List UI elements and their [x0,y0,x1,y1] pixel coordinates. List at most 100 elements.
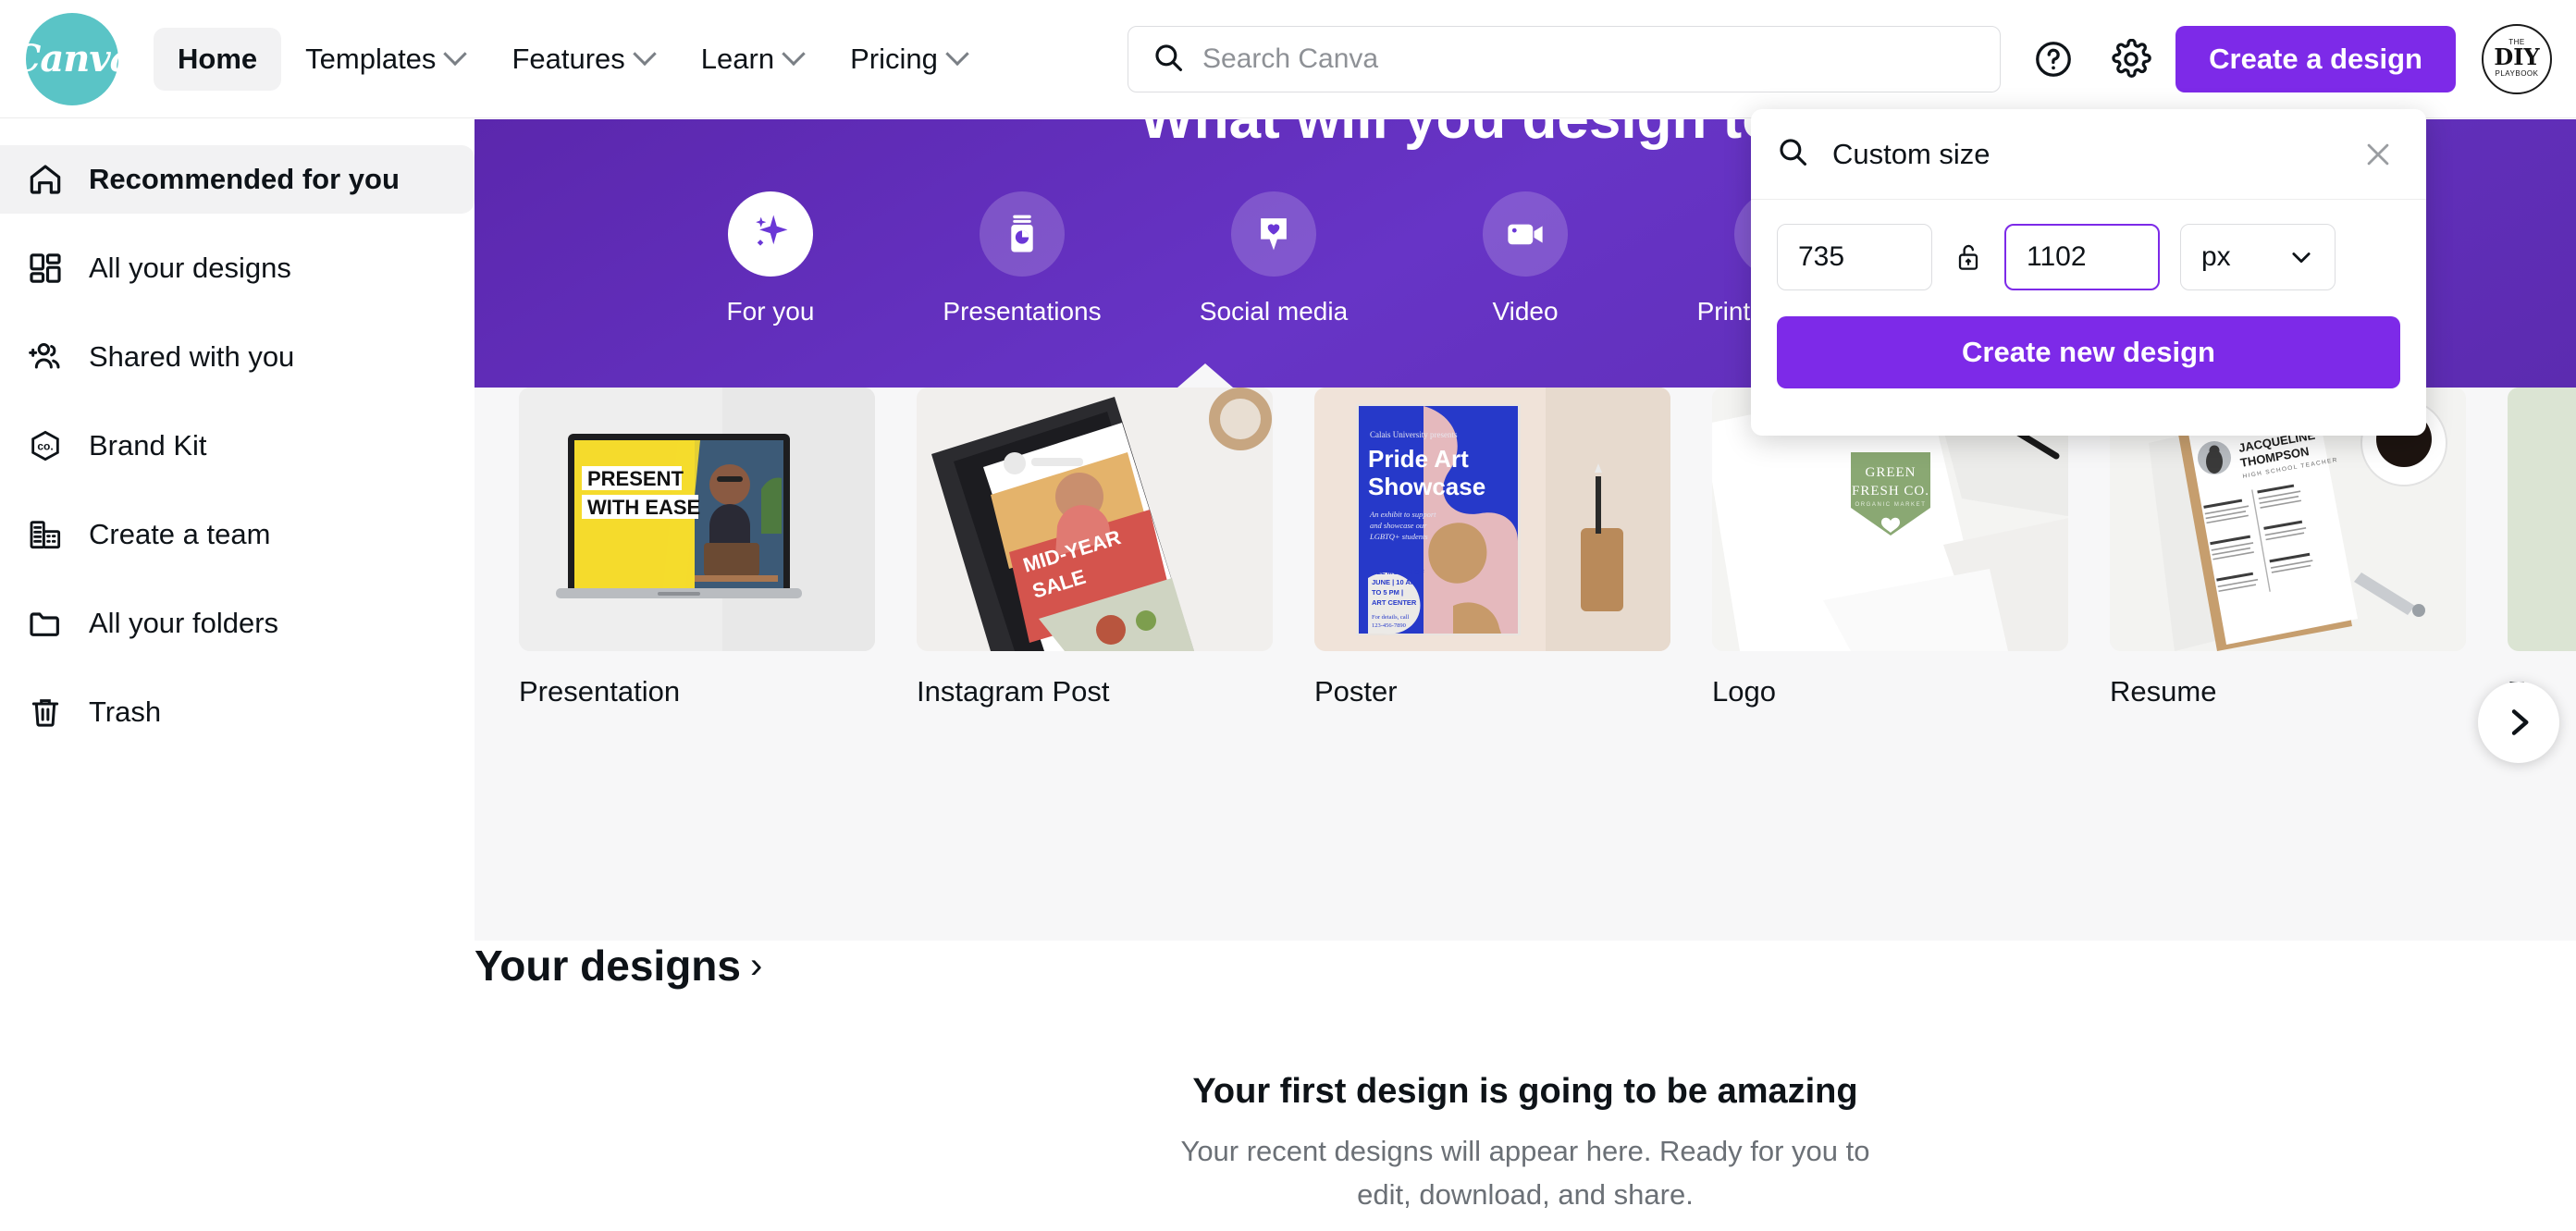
svg-text:JUNE | 10 AM: JUNE | 10 AM [1372,578,1416,586]
category-tab-for-you[interactable]: For you [687,191,854,326]
custom-size-panel-header: Custom size [1751,109,2426,200]
nav-item-pricing[interactable]: Pricing [826,28,990,91]
width-input[interactable] [1777,224,1932,290]
search-input[interactable] [1202,43,1924,75]
category-circle-video [1483,191,1568,277]
sidebar-item-all-your-folders[interactable]: All your folders [0,589,475,658]
svg-text:123-456-7890: 123-456-7890 [1372,622,1406,629]
custom-size-title: Custom size [1832,137,1991,170]
svg-text:Pride Art: Pride Art [1368,445,1469,473]
close-icon[interactable] [2356,132,2400,177]
sidebar-label-brand-kit: Brand Kit [89,429,207,462]
presentation-thumb: PRESENT WITH EASE [519,388,875,651]
sparkle-icon [756,215,788,246]
sidebar-item-trash[interactable]: Trash [0,678,475,746]
nav-item-home[interactable]: Home [154,27,282,91]
svg-text:ORGANIC MARKET: ORGANIC MARKET [1855,502,1926,508]
template-card-resume[interactable]: JACQUELINE THOMPSON HIGH SCHOOL TEACHER [2110,388,2466,708]
canva-logo-text: Canva [11,37,134,80]
custom-size-panel: Custom size px [1751,109,2426,436]
sidebar-label-trash: Trash [89,696,162,728]
svg-text:co.: co. [37,439,53,452]
sidebar-item-all-your-designs[interactable]: All your designs [0,234,475,302]
presentation-icon [1011,215,1033,252]
nav-item-learn[interactable]: Learn [677,28,826,91]
svg-text:TO 5 PM |: TO 5 PM | [1372,588,1403,597]
chevron-right-icon: › [749,944,763,986]
your-designs-heading[interactable]: Your designs › [475,941,2576,991]
svg-text:Showcase: Showcase [1368,473,1485,500]
top-header: Canva Home Templates Features Learn Pric… [0,0,2576,118]
create-new-design-button[interactable]: Create new design [1777,316,2400,388]
template-card-instagram-post[interactable]: MID-YEAR SALE Instagram Post [917,388,1273,708]
unit-select[interactable]: px [2180,224,2336,290]
category-label-presentations: Presentations [943,297,1102,326]
template-title-instagram-post: Instagram Post [917,675,1110,708]
sidebar-label-recommended-for-you: Recommended for you [89,163,400,195]
template-cards-strip: PRESENT WITH EASE Presentation MID-YEAR … [475,388,2576,941]
category-label-for-you: For you [726,297,815,326]
svg-text:An exhibit to support: An exhibit to support [1369,510,1436,519]
chevron-down-icon [782,42,806,66]
people-add-icon [26,338,65,376]
create-a-design-button[interactable]: Create a design [2175,26,2456,92]
template-card-logo[interactable]: GREEN FRESH CO. ORGANIC MARKET Logo [1712,388,2068,708]
template-cards: PRESENT WITH EASE Presentation MID-YEAR … [519,388,2576,708]
template-card-poster[interactable]: Calais University presents Pride Art Sho… [1314,388,1670,708]
height-input[interactable] [2004,224,2160,290]
avatar-line-playbook: PLAYBOOK [2495,69,2539,79]
sidebar-item-recommended-for-you[interactable]: Recommended for you [0,145,475,214]
grid-icon [26,249,65,288]
template-card-flyer[interactable]: F [2508,388,2576,708]
gear-icon[interactable] [2098,26,2164,92]
canva-logo[interactable]: Canva [12,12,134,105]
sidebar-item-shared-with-you[interactable]: Shared with you [0,323,475,391]
category-tab-video[interactable]: Video [1442,191,1608,326]
video-camera-icon [1508,224,1543,245]
flyer-thumb [2508,388,2576,651]
building-icon [26,515,65,554]
chevron-right-icon [2511,709,2529,735]
svg-text:ART CENTER: ART CENTER [1372,598,1417,607]
nav-label-templates: Templates [305,42,437,75]
brand-hexagon-icon: co. [26,426,65,465]
template-title-poster: Poster [1314,675,1398,708]
nav-item-templates[interactable]: Templates [281,28,487,91]
category-circle-for-you [728,191,813,277]
nav-item-features[interactable]: Features [487,28,676,91]
svg-text:FRESH CO.: FRESH CO. [1852,484,1929,499]
nav-label-learn: Learn [700,42,775,75]
custom-size-panel-body: px Create new design [1751,200,2426,414]
category-tab-presentations[interactable]: Presentations [939,191,1105,326]
chevron-down-icon [2292,252,2311,264]
chevron-down-icon [945,42,969,66]
chevron-down-icon [443,42,468,66]
instagram-post-thumb: MID-YEAR SALE [917,388,1273,651]
category-circle-presentations [980,191,1065,277]
category-label-video: Video [1492,297,1559,326]
carousel-next-button[interactable] [2478,682,2559,763]
avatar-line-diy: DIY [2494,43,2540,71]
heart-pin-icon [1261,218,1287,251]
svg-text:PRESENT: PRESENT [587,467,684,490]
your-designs-label: Your designs [475,942,741,990]
sidebar-item-create-a-team[interactable]: Create a team [0,500,475,569]
unit-select-value: px [2201,241,2231,272]
svg-text:and showcase our: and showcase our [1370,521,1427,530]
main-nav: Home Templates Features Learn Pricing [154,27,990,91]
avatar[interactable]: THE DIY PLAYBOOK [2482,24,2552,94]
trash-icon [26,693,65,732]
category-label-social-media: Social media [1199,297,1349,326]
nav-label-features: Features [512,42,625,75]
help-circle-icon[interactable] [2020,26,2087,92]
unlock-icon[interactable] [1953,240,1984,275]
nav-label-pricing: Pricing [850,42,938,75]
sidebar-item-brand-kit[interactable]: co. Brand Kit [0,412,475,480]
category-tab-social-media[interactable]: Social media [1190,191,1357,326]
svg-text:For details, call: For details, call [1372,614,1409,621]
size-input-row: px [1777,224,2400,290]
search-bar[interactable] [1128,26,2001,92]
svg-text:Calais University presents: Calais University presents [1370,430,1458,439]
template-card-presentation[interactable]: PRESENT WITH EASE Presentation [519,388,875,708]
nav-label-home: Home [178,42,258,75]
